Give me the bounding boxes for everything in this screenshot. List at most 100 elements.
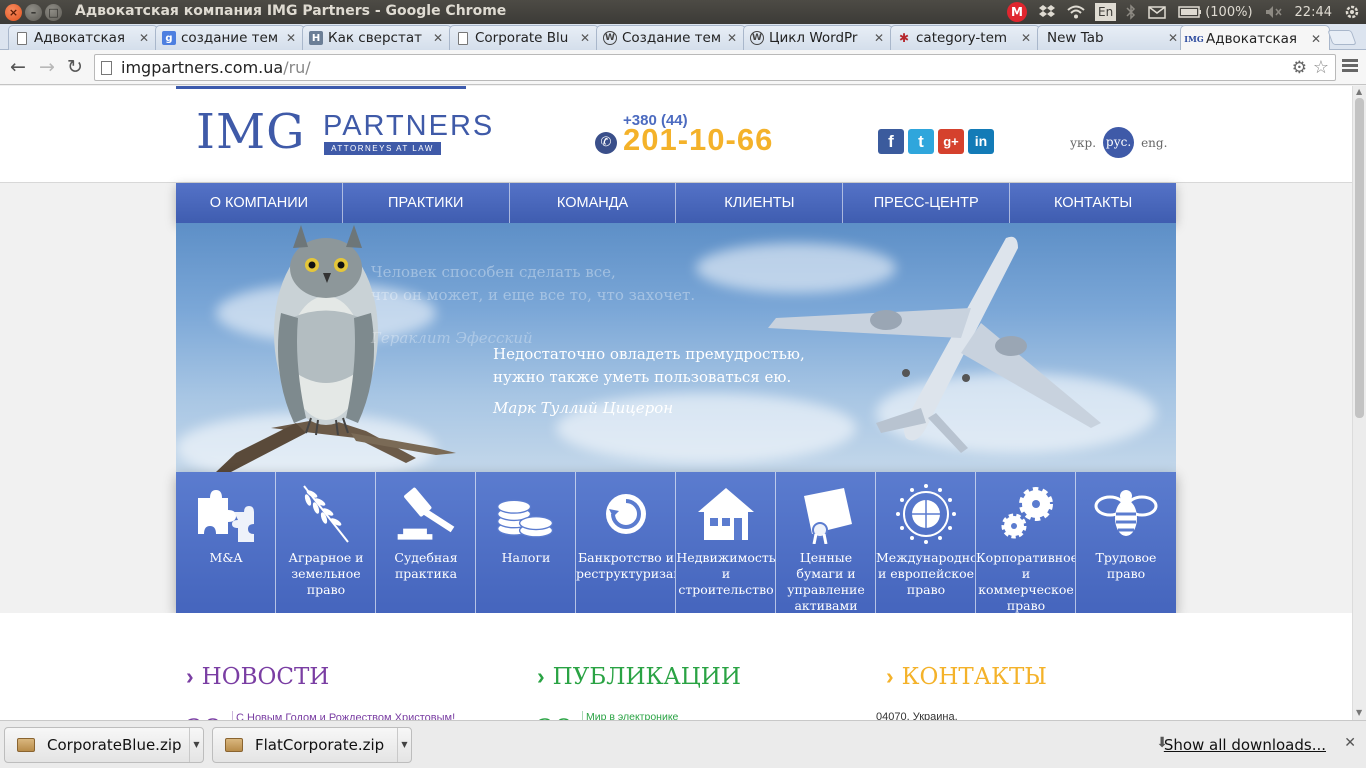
practice-label: Трудовое право [1095,550,1157,581]
practice-tile-corporate[interactable]: Корпоративное и коммерческое право [976,472,1076,613]
scroll-down-icon[interactable]: ▼ [1356,708,1362,717]
bluetooth-icon[interactable] [1120,0,1142,24]
system-tray: M En (100%) 22:44 [1001,0,1366,24]
url-path: /ru/ [283,58,311,77]
browser-tab[interactable]: Corporate Blu ✕ [449,25,599,50]
window-maximize-button[interactable]: □ [45,4,62,21]
nav-contacts[interactable]: КОНТАКТЫ [1010,183,1176,223]
tab-close-icon[interactable]: ✕ [284,31,298,45]
chrome-menu-icon[interactable] [1342,59,1358,74]
scrollbar-thumb[interactable] [1355,98,1364,418]
publications-heading[interactable]: › ПУБЛИКАЦИИ [537,663,741,690]
bookmark-star-icon[interactable]: ☆ [1313,57,1329,78]
keyboard-layout-indicator[interactable]: En [1095,3,1117,21]
scroll-icon [794,482,858,546]
tab-close-icon[interactable]: ✕ [725,31,739,45]
nav-team[interactable]: КОМАНДА [510,183,677,223]
tab-close-icon[interactable]: ✕ [137,31,151,45]
browser-tab[interactable]: New Tab ✕ [1037,25,1187,50]
tab-close-icon[interactable]: ✕ [1019,31,1033,45]
download-item[interactable]: FlatCorporate.zip ▼ [212,727,412,763]
tab-close-icon[interactable]: ✕ [578,31,592,45]
nav-press-center[interactable]: ПРЕСС-ЦЕНТР [843,183,1011,223]
tab-close-icon[interactable]: ✕ [431,31,445,45]
page-scrollbar[interactable]: ▲ ▼ [1352,86,1366,720]
tab-title: category-tem [916,30,1008,46]
browser-tab[interactable]: ✱ category-tem ✕ [890,25,1040,50]
scroll-up-icon[interactable]: ▲ [1356,87,1362,96]
practice-tile-litigation[interactable]: Судебная практика [376,472,476,613]
twitter-icon[interactable]: t [908,129,934,154]
practice-tile-ma[interactable]: M&A [176,472,276,613]
divider [232,711,233,720]
facebook-icon[interactable]: f [878,129,904,154]
browser-tab[interactable]: W Создание тем ✕ [596,25,746,50]
browser-tab-active[interactable]: IMG Адвокатская ✕ [1180,25,1330,51]
practice-label: Судебная практика [394,550,458,581]
quote-line: что он может, и еще все то, что захочет. [371,286,696,304]
practice-tile-international[interactable]: Международное и европейское право [876,472,976,613]
nav-practices[interactable]: ПРАКТИКИ [343,183,510,223]
tab-title: Адвокатская [1206,30,1298,47]
lang-ukr-link[interactable]: укр. [1067,136,1099,150]
extension-gear-icon[interactable]: ⚙ [1292,58,1307,78]
linkedin-icon[interactable]: in [968,129,994,154]
reload-icon[interactable]: ↻ [63,56,87,78]
close-icon[interactable]: ✕ [1344,735,1356,751]
new-tab-button[interactable] [1327,30,1357,45]
back-arrow-icon[interactable]: ← [6,56,30,78]
download-filename: FlatCorporate.zip [255,736,385,754]
content-section: › НОВОСТИ › ПУБЛИКАЦИИ › КОНТАКТЫ 28 С Новы… [0,613,1352,720]
chevron-right-icon: › [186,663,194,689]
dropbox-icon[interactable] [1033,0,1061,24]
browser-tab[interactable]: Адвокатская ✕ [8,25,158,50]
browser-tab[interactable]: W Цикл WordPr ✕ [743,25,893,50]
quote-line: Человек способен сделать все, [371,263,616,281]
browser-tab[interactable]: g создание тем ✕ [155,25,305,50]
google-plus-icon[interactable]: g+ [938,129,964,154]
nav-about[interactable]: О КОМПАНИИ [176,183,343,223]
address-bar[interactable]: imgpartners.com.ua/ru/ ⚙ ☆ [94,54,1336,81]
practice-tile-labor[interactable]: Трудовое право [1076,472,1176,613]
window-close-button[interactable]: × [5,4,22,21]
show-all-downloads-link[interactable]: Show all downloads... [1164,736,1326,754]
download-item[interactable]: CorporateBlue.zip ▼ [4,727,204,763]
power-gear-icon[interactable] [1338,0,1366,24]
practice-tile-securities[interactable]: Ценные бумаги и управление активами [776,472,876,613]
news-item-link[interactable]: С Новым Годом и Рождеством Христовым! [236,712,455,720]
hero-banner: Человек способен сделать все, что он мож… [176,223,1176,472]
mail-envelope-icon[interactable] [1142,0,1172,24]
volume-muted-icon[interactable] [1259,0,1289,24]
wifi-icon[interactable] [1061,0,1091,24]
practice-tile-bankruptcy[interactable]: Банкротство и реструктуризация [576,472,676,613]
lang-eng-link[interactable]: eng. [1138,136,1170,150]
recycle-icon [594,482,658,546]
news-heading[interactable]: › НОВОСТИ [186,663,329,690]
tab-close-icon[interactable]: ✕ [1166,31,1180,45]
browser-tab[interactable]: H Как сверстат ✕ [302,25,452,50]
lang-rus-active[interactable]: рус. [1103,127,1135,158]
mail-indicator-icon[interactable]: M [1007,2,1028,22]
battery-icon[interactable]: (100%) [1172,0,1258,24]
practice-label: Налоги [501,550,551,565]
publication-item-link[interactable]: Мир в электронике [586,711,678,720]
page-info-icon[interactable] [101,61,112,75]
contact-address: 04070, Украина, [876,711,958,720]
dropdown-arrow-icon[interactable]: ▼ [189,728,203,762]
chevron-right-icon: › [537,663,545,689]
practice-tile-taxes[interactable]: Налоги [476,472,576,613]
phone-number: 201-10-66 [623,122,774,157]
contacts-heading[interactable]: › КОНТАКТЫ [886,663,1047,690]
window-minimize-button[interactable]: – [25,4,42,21]
practice-tile-agrarian[interactable]: Аграрное и земельное право [276,472,376,613]
practice-label: Недвижимость и строительство [676,550,776,597]
nav-clients[interactable]: КЛИЕНТЫ [676,183,844,223]
tab-close-icon[interactable]: ✕ [1309,32,1323,46]
tab-close-icon[interactable]: ✕ [872,31,886,45]
logo-accent-line [176,86,466,89]
practice-tile-realestate[interactable]: Недвижимость и строительство [676,472,776,613]
dropdown-arrow-icon[interactable]: ▼ [397,728,411,762]
clock-time[interactable]: 22:44 [1289,0,1338,24]
forward-arrow-icon[interactable]: → [35,56,59,78]
url-text[interactable]: imgpartners.com.ua/ru/ [121,58,311,77]
